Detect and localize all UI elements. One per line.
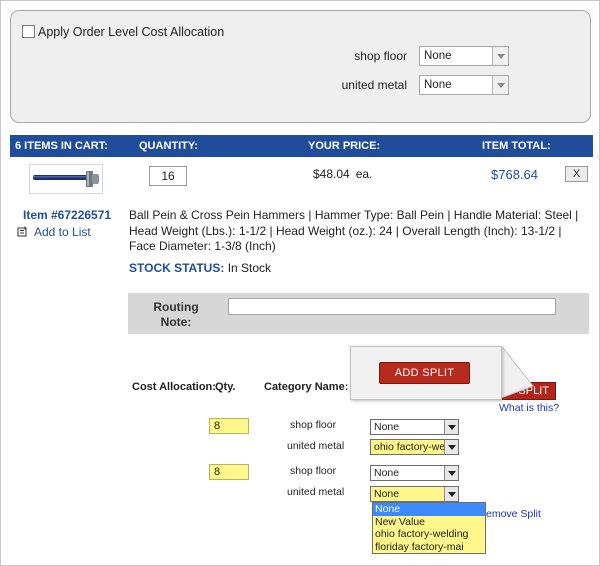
category-dropdown-list: None New Value ohio factory-welding flor…: [372, 502, 486, 554]
split-category-select[interactable]: None: [370, 419, 459, 435]
split-category-select[interactable]: None: [370, 465, 459, 481]
routing-note-label-line1: Routing: [153, 300, 199, 314]
header-items-in-cart: 6 ITEMS IN CART:: [15, 140, 108, 152]
split-category-select-value: None: [374, 467, 400, 479]
order-level-allocation-label: Apply Order Level Cost Allocation: [38, 25, 225, 39]
order-allocation-panel: Apply Order Level Cost Allocation shop f…: [10, 10, 591, 123]
product-description: Ball Pein & Cross Pein Hammers | Hammer …: [129, 208, 579, 253]
remove-split-link[interactable]: emove Split: [486, 508, 541, 520]
dropdown-option[interactable]: None: [373, 503, 485, 516]
split-category-select-open[interactable]: None: [370, 486, 459, 502]
order-alloc-label-united-metal: united metal: [341, 78, 407, 92]
order-alloc-select-united-metal[interactable]: None: [419, 75, 509, 95]
split-category-select-value: ohio factory-we: [374, 441, 446, 453]
add-to-list-label: Add to List: [34, 225, 91, 239]
header-your-price: YOUR PRICE:: [308, 140, 381, 152]
split-category-select-value: None: [374, 421, 400, 433]
unit-price-unit: ea.: [355, 167, 373, 181]
qty-column-label: Qty.: [215, 381, 236, 393]
chevron-down-icon: [444, 420, 458, 434]
chevron-down-icon: [444, 440, 458, 454]
dropdown-option[interactable]: floriday factory-mai: [373, 541, 485, 554]
split-category-shop-floor: shop floor: [290, 419, 337, 431]
list-add-icon: [17, 226, 27, 237]
split-category-united-metal: united metal: [287, 440, 345, 452]
cart-header-bar: 6 ITEMS IN CART: QUANTITY: YOUR PRICE: I…: [10, 135, 593, 157]
chevron-down-icon: [444, 487, 458, 501]
unit-price-value: $48.04: [313, 167, 350, 181]
order-level-allocation-checkbox[interactable]: [22, 25, 35, 38]
chevron-down-icon: [492, 76, 508, 94]
chevron-down-icon: [444, 466, 458, 480]
split-category-united-metal: united metal: [287, 486, 345, 498]
order-alloc-select-value: None: [424, 50, 452, 62]
dropdown-option[interactable]: ohio factory-welding: [373, 528, 485, 541]
item-total: $768.64: [491, 167, 538, 182]
routing-note-label-line2: Note:: [160, 315, 192, 329]
callout-pointer: [501, 347, 534, 399]
dropdown-option[interactable]: New Value: [373, 516, 485, 529]
add-split-button[interactable]: ADD SPLIT: [379, 362, 470, 384]
header-item-total: ITEM TOTAL:: [482, 140, 551, 152]
routing-note-label: Routing Note:: [150, 300, 202, 330]
split-category-select[interactable]: ohio factory-we: [370, 439, 459, 455]
hammer-icon: [33, 171, 99, 187]
product-image[interactable]: [29, 164, 103, 194]
split-category-shop-floor: shop floor: [290, 465, 337, 477]
stock-status-label: STOCK STATUS:: [129, 261, 225, 275]
cart-frame: Apply Order Level Cost Allocation shop f…: [0, 0, 600, 566]
add-to-list-link[interactable]: Add to List: [17, 225, 91, 239]
split-qty-input[interactable]: 8: [209, 418, 249, 434]
split-category-select-value: None: [374, 488, 400, 500]
category-name-label: Category Name:: [264, 381, 349, 393]
cost-allocation-label: Cost Allocation:: [132, 381, 216, 393]
item-number-link[interactable]: Item #67226571: [23, 208, 111, 222]
order-alloc-select-shop-floor[interactable]: None: [419, 46, 509, 66]
order-alloc-label-shop-floor: shop floor: [354, 49, 407, 63]
remove-item-button[interactable]: X: [565, 166, 588, 182]
unit-price: $48.04 ea.: [313, 167, 372, 181]
what-is-this-link[interactable]: What is this?: [499, 402, 559, 414]
order-alloc-select-value: None: [424, 79, 452, 91]
chevron-down-icon: [492, 47, 508, 65]
routing-note-panel: Routing Note:: [128, 293, 589, 334]
stock-status-value: In Stock: [227, 261, 272, 275]
quantity-input[interactable]: 16: [149, 166, 187, 186]
header-quantity: QUANTITY:: [139, 140, 199, 152]
routing-note-input[interactable]: [228, 298, 556, 315]
stock-status: STOCK STATUS: In Stock: [129, 261, 271, 275]
split-qty-input[interactable]: 8: [209, 464, 249, 480]
